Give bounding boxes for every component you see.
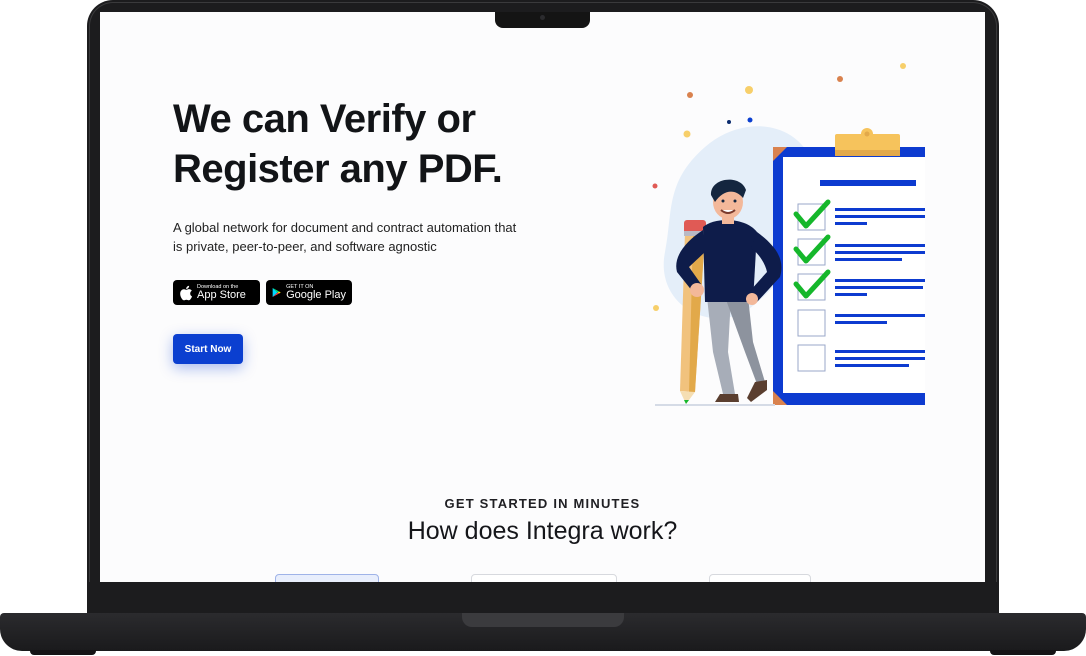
app-store-text: Download on the App Store <box>197 284 246 301</box>
laptop-foot-right <box>990 650 1056 655</box>
app-store-badge[interactable]: Download on the App Store <box>173 280 260 305</box>
step-card-2[interactable] <box>471 574 617 582</box>
camera <box>540 15 545 20</box>
hero-title: We can Verify or Register any PDF. <box>173 94 593 194</box>
google-play-label: Google Play <box>286 289 346 301</box>
app-store-label: App Store <box>197 289 246 301</box>
apple-icon <box>180 285 192 300</box>
hero-subtitle-line-1: A global network for document and contra… <box>173 220 517 235</box>
step-card-3[interactable] <box>709 574 811 582</box>
step-card-1[interactable] <box>275 574 379 582</box>
google-play-text: GET IT ON Google Play <box>286 284 346 301</box>
section-title: How does Integra work? <box>407 517 678 545</box>
google-play-icon <box>272 287 281 298</box>
hero-subtitle-line-2: is private, peer-to-peer, and software a… <box>173 239 437 254</box>
laptop-base-notch <box>462 613 624 627</box>
hero-title-line-1: We can Verify or <box>173 97 476 141</box>
lower-bezel <box>87 582 999 614</box>
hero-title-line-2: Register any PDF. <box>173 147 503 191</box>
laptop-foot-left <box>30 650 96 655</box>
hero-subtitle: A global network for document and contra… <box>173 218 543 256</box>
hero-illustration <box>652 63 925 406</box>
section-eyebrow: GET STARTED IN MINUTES <box>444 496 641 511</box>
google-play-badge[interactable]: GET IT ON Google Play <box>266 280 352 305</box>
start-now-button[interactable]: Start Now <box>173 334 243 364</box>
screen: We can Verify or Register any PDF. A glo… <box>100 12 985 582</box>
